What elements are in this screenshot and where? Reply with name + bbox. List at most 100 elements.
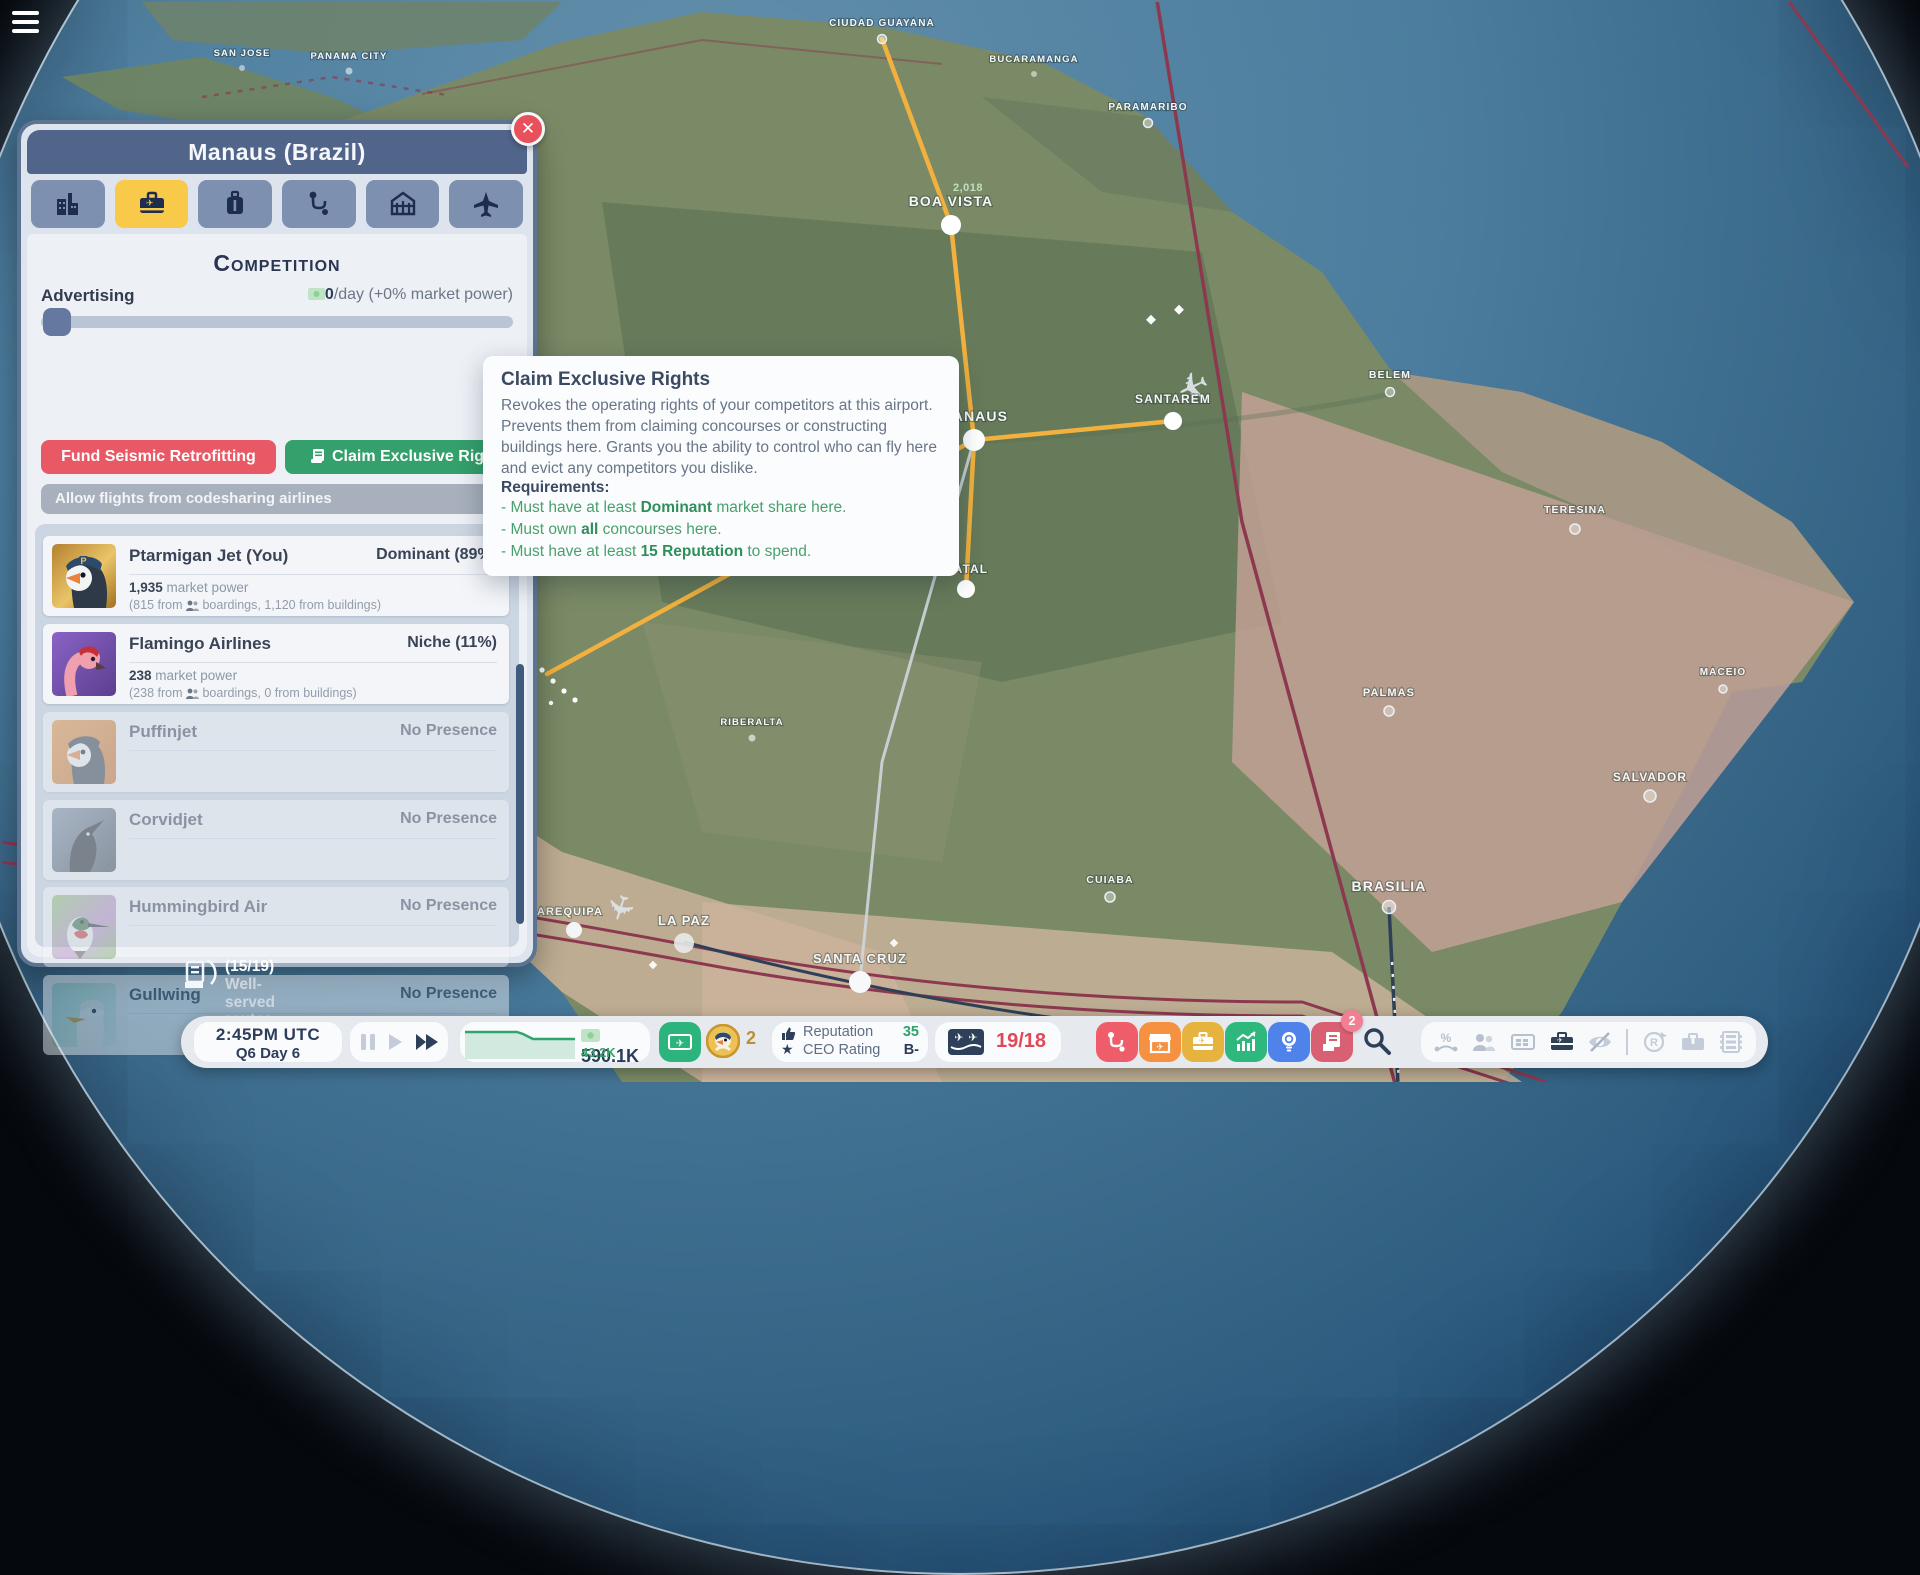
routes-menu-button[interactable]: [1096, 1022, 1138, 1062]
storefront-icon: ✈: [1148, 1030, 1172, 1054]
airline-row-hummingbird[interactable]: Hummingbird Air No Presence: [43, 887, 509, 967]
svg-text:%: %: [1440, 1031, 1451, 1045]
advertising-slider[interactable]: [41, 316, 513, 328]
exclusive-rights-tooltip: Claim Exclusive Rights Revokes the opera…: [483, 356, 959, 576]
svg-text:Brasilia: Brasilia: [1352, 878, 1427, 894]
deed-icon: [310, 448, 326, 464]
svg-text:Palmas: Palmas: [1363, 687, 1415, 699]
fleet-counter[interactable]: ✈ ✈ 19/18: [934, 1021, 1062, 1063]
fast-forward-button[interactable]: [414, 1032, 440, 1052]
coin-count: 2: [746, 1028, 756, 1049]
stats-menu-button[interactable]: [1225, 1022, 1267, 1062]
fleet-count: 19/18: [996, 1030, 1046, 1053]
tab-terminal[interactable]: [366, 180, 440, 228]
svg-text:Teresina: Teresina: [1544, 504, 1606, 516]
airline-name: Hummingbird Air: [129, 897, 267, 917]
money-icon: [308, 288, 325, 300]
tab-luggage[interactable]: [198, 180, 272, 228]
airline-row-ptarmigan[interactable]: P Ptarmigan Jet (You) Dominant (89%) 1,9…: [43, 536, 509, 616]
city-icon: [53, 189, 83, 219]
airplane-icon: [471, 189, 501, 219]
svg-text:✈: ✈: [968, 1032, 977, 1044]
ceo-rating-label: CEO Rating: [803, 1042, 880, 1058]
airline-row-puffinjet[interactable]: Puffinjet No Presence: [43, 712, 509, 792]
banknote-icon: ✈: [668, 1032, 692, 1052]
coin-counter[interactable]: 2: [706, 1024, 740, 1063]
svg-text:Belem: Belem: [1369, 369, 1411, 381]
airline-row-flamingo[interactable]: Flamingo Airlines Niche (11%) 238 market…: [43, 624, 509, 704]
reputation-panel[interactable]: Reputation 35 ★ CEO Rating B-: [771, 1021, 929, 1063]
tab-competition[interactable]: ✈: [115, 180, 189, 228]
speed-controls: [349, 1021, 449, 1063]
svg-text:Panama City: Panama City: [310, 51, 387, 62]
airline-name: Corvidjet: [129, 810, 203, 830]
jobs-overlay-toggle[interactable]: [1680, 1030, 1706, 1054]
airline-list: P Ptarmigan Jet (You) Dominant (89%) 1,9…: [35, 524, 519, 947]
tab-flights[interactable]: [449, 180, 523, 228]
market-power-detail: (238 from boardings, 0 from buildings): [129, 686, 357, 700]
tooltip-requirement: - Must have at least 15 Reputation to sp…: [501, 541, 941, 563]
history-overlay-toggle[interactable]: [1718, 1030, 1744, 1054]
advertising-label: Advertising: [41, 286, 135, 306]
market-share: Niche (11%): [407, 634, 497, 652]
close-icon[interactable]: ✕: [511, 112, 545, 146]
clock-day: Q6 Day 6: [193, 1045, 343, 1062]
currency-overlay-toggle[interactable]: R: [1641, 1030, 1667, 1054]
hide-overlay-toggle[interactable]: [1587, 1030, 1613, 1054]
play-button[interactable]: [386, 1032, 404, 1052]
tooltip-requirement: - Must own all concourses here.: [501, 519, 941, 541]
tooltip-requirements-label: Requirements:: [501, 479, 941, 497]
market-power: 1,935 market power: [129, 580, 248, 595]
airline-logo-flamingo: [52, 632, 116, 696]
business-overlay-toggle-active[interactable]: ✈: [1549, 1030, 1575, 1054]
svg-text:Cuiaba: Cuiaba: [1086, 874, 1133, 886]
svg-text:✈: ✈: [146, 198, 154, 208]
research-menu-button[interactable]: [1268, 1022, 1310, 1062]
briefcase-icon: ✈: [1191, 1030, 1215, 1054]
svg-text:Arequipa: Arequipa: [537, 906, 603, 918]
svg-text:La Paz: La Paz: [658, 913, 710, 928]
tooltip-requirement: - Must have at least Dominant market sha…: [501, 497, 941, 519]
passengers-icon: [186, 688, 199, 699]
tab-routes[interactable]: [282, 180, 356, 228]
airline-name: Flamingo Airlines: [129, 634, 271, 654]
money-icon: [581, 1029, 600, 1042]
market-power-detail: (815 from boardings, 1,120 from building…: [129, 598, 381, 612]
business-menu-button[interactable]: ✈: [1182, 1022, 1224, 1062]
well-served-routes-badge[interactable]: (15/19) Well-served routes: [181, 956, 221, 1001]
airport-panel: Manaus (Brazil) ✕ ✈: [17, 120, 537, 967]
scrollbar[interactable]: [516, 664, 524, 924]
thumbs-up-icon: [781, 1026, 796, 1041]
svg-text:Salvador: Salvador: [1613, 770, 1687, 784]
codeshare-toggle-button[interactable]: Allow flights from codesharing airlines: [41, 484, 513, 514]
market-share: No Presence: [400, 897, 497, 915]
load-factor-overlay-toggle[interactable]: %: [1433, 1030, 1459, 1054]
section-title: Competition: [27, 250, 527, 277]
finance-summary[interactable]: 590.1K 43.2K: [459, 1021, 651, 1063]
airline-row-corvidjet[interactable]: Corvidjet No Presence: [43, 800, 509, 880]
toggle-divider: [1626, 1029, 1628, 1055]
passengers-overlay-toggle[interactable]: [1471, 1030, 1497, 1054]
airline-logo-corvidjet: [52, 808, 116, 872]
pause-button[interactable]: [359, 1032, 377, 1052]
advertising-slider-handle[interactable]: [43, 308, 71, 336]
route-icon: [1105, 1030, 1129, 1054]
market-menu-button[interactable]: ✈: [1139, 1022, 1181, 1062]
revenue-overlay-toggle[interactable]: [1510, 1030, 1536, 1054]
airline-name: Puffinjet: [129, 722, 197, 742]
tab-city[interactable]: [31, 180, 105, 228]
game-clock[interactable]: 2:45PM UTC Q6 Day 6: [193, 1021, 343, 1063]
finances-button[interactable]: ✈: [659, 1022, 701, 1062]
fund-seismic-button[interactable]: Fund Seismic Retrofitting: [41, 440, 276, 474]
svg-text:Santa Cruz: Santa Cruz: [813, 951, 907, 966]
svg-text:✈: ✈: [676, 1039, 684, 1050]
svg-text:Bucaramanga: Bucaramanga: [989, 54, 1078, 65]
search-icon[interactable]: [1362, 1026, 1392, 1056]
svg-text:Santarem: Santarem: [1135, 392, 1211, 406]
balance-sparkline: [465, 1025, 575, 1059]
routes-report-icon: [181, 956, 221, 996]
svg-text:P: P: [80, 556, 86, 566]
menu-icon[interactable]: [12, 11, 42, 37]
route-capacity-label: 2,018: [953, 182, 983, 194]
news-notification-badge: 2: [1341, 1010, 1363, 1032]
